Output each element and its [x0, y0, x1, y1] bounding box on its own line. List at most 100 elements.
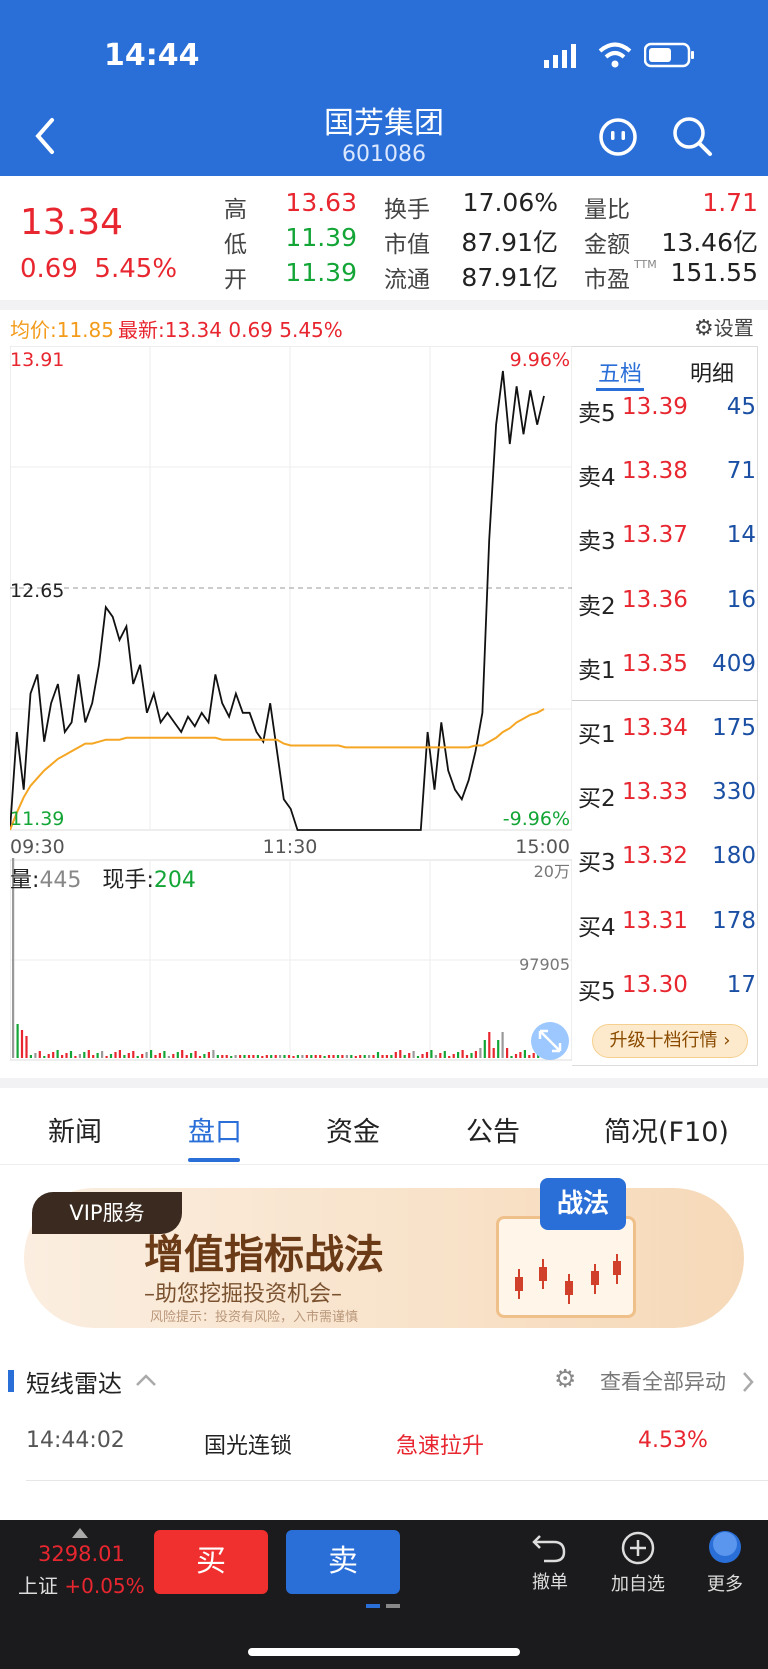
bid-row[interactable]: 买3 13.32 180 [578, 843, 756, 883]
banner-title: 增值指标战法 [144, 1232, 384, 1278]
tab-order[interactable]: 盘口 [188, 1110, 242, 1149]
view-all-button[interactable]: 查看全部异动 [600, 1366, 726, 1396]
volume-bar [216, 1055, 219, 1058]
tab-profile[interactable]: 简况(F10) [604, 1110, 729, 1149]
status-time: 14:44 [104, 38, 200, 73]
volume-bar [87, 1050, 90, 1058]
radar-title: 短线雷达 [26, 1370, 122, 1398]
level-volume: 175 [712, 715, 756, 741]
stat-value: 13.63 [285, 188, 357, 217]
search-icon[interactable] [670, 114, 714, 158]
tab-funds[interactable]: 资金 [326, 1110, 380, 1149]
volume-bar [372, 1055, 375, 1058]
cancel-order-button[interactable]: 撤单 [522, 1530, 578, 1594]
stat-label: 金额 [584, 232, 630, 258]
settings-label: 设置 [713, 316, 754, 340]
volume-bar [439, 1053, 442, 1058]
volume-bar [212, 1050, 215, 1058]
stat-label: 高 [224, 197, 247, 223]
stat-value: 17.06% [462, 188, 558, 217]
book-divider [572, 700, 758, 701]
level-price: 13.38 [622, 458, 688, 485]
volume-bar [332, 1055, 335, 1058]
vol-mid-label: 97905 [519, 955, 570, 974]
tab-five-level[interactable]: 五档 [598, 356, 642, 388]
level-label: 卖5 [578, 401, 616, 427]
tab-active-indicator [188, 1158, 240, 1162]
vip-banner[interactable]: VIP服务 增值指标战法 –助您挖掘投资机会– 风险提示：投资有风险，入市需谨慎… [24, 1178, 744, 1328]
chart-settings-button[interactable]: ⚙设置 [694, 312, 754, 341]
chat-robot-icon[interactable] [597, 116, 639, 158]
latest-change: 0.69 [228, 318, 273, 342]
ask-row[interactable]: 卖4 13.38 71 [578, 458, 756, 498]
banner-subtitle: –助您挖掘投资机会– [144, 1282, 343, 1307]
volume-bar [479, 1048, 482, 1058]
banner-risk: 风险提示：投资有风险，入市需谨慎 [150, 1310, 359, 1325]
volume-bar [114, 1052, 117, 1058]
volume-bar [16, 1024, 19, 1058]
tab-detail[interactable]: 明细 [690, 356, 734, 388]
volume-bar [150, 1050, 153, 1058]
level-volume: 330 [712, 779, 756, 806]
bid-row[interactable]: 买2 13.33 330 [578, 779, 756, 819]
volume-bar [341, 1055, 344, 1058]
volume-bar [497, 1040, 500, 1058]
volume-bar [408, 1053, 411, 1058]
book-illustration [496, 1216, 636, 1318]
tab-news[interactable]: 新闻 [48, 1110, 102, 1149]
level-price: 13.32 [622, 843, 688, 870]
level-price: 13.30 [622, 971, 688, 998]
volume-bar [194, 1051, 197, 1058]
volume-bar [141, 1054, 144, 1058]
pct-top-label: 9.96% [510, 349, 570, 371]
volume-bar [510, 1056, 513, 1058]
bid-row[interactable]: 买1 13.34 175 [578, 715, 756, 755]
index-change: +0.05% [64, 1574, 145, 1598]
volume-bar [78, 1054, 81, 1058]
level-volume: 178 [712, 907, 756, 934]
volume-bar [443, 1051, 446, 1058]
volume-bar [270, 1055, 273, 1058]
cancel-order-label: 撤单 [532, 1572, 568, 1593]
sell-button[interactable]: 卖 [286, 1530, 400, 1594]
volume-bar [421, 1054, 424, 1058]
chevron-up-icon[interactable] [134, 1372, 158, 1388]
ask-row[interactable]: 卖1 13.35 409 [578, 651, 756, 691]
level-volume: 45 [726, 394, 756, 420]
radar-settings-icon[interactable]: ⚙ [554, 1364, 576, 1393]
ask-row[interactable]: 卖2 13.36 16 [578, 587, 756, 627]
volume-bar [287, 1055, 291, 1058]
divider [0, 300, 768, 310]
volume-bar [359, 1055, 362, 1058]
volume-bar [92, 1055, 95, 1058]
level-label: 买5 [578, 978, 616, 1005]
volume-bar [296, 1055, 299, 1058]
volume-bar [279, 1055, 282, 1058]
tab-announcement[interactable]: 公告 [466, 1110, 520, 1149]
volume-bar [368, 1055, 371, 1058]
volume-bar [225, 1055, 228, 1058]
vol-top-label: 20万 [534, 862, 570, 881]
stat-label: 市值 [384, 232, 430, 258]
stat-value: 11.39 [285, 258, 357, 287]
volume-bar [519, 1052, 522, 1058]
y-top-label: 13.91 [10, 349, 64, 371]
volume-bar [292, 1056, 295, 1058]
buy-button[interactable]: 买 [154, 1530, 268, 1594]
bid-row[interactable]: 买4 13.31 178 [578, 908, 756, 948]
book-label: 战法 [540, 1178, 626, 1230]
stat-value: 11.39 [285, 223, 357, 252]
volume-bar [198, 1056, 202, 1058]
stat-value: 87.91亿 [461, 228, 558, 257]
stat-label: 市盈 [584, 267, 630, 293]
volume-bar [136, 1056, 139, 1058]
ask-row[interactable]: 卖5 13.39 45 [578, 394, 756, 434]
add-watchlist-button[interactable]: 加自选 [606, 1530, 670, 1596]
wifi-icon [598, 42, 632, 68]
more-button[interactable]: 更多 [700, 1528, 750, 1596]
chevron-right-icon[interactable] [740, 1370, 756, 1394]
intraday-chart[interactable]: 13.91 12.65 11.39 9.96% -9.96% 09:30 11:… [10, 346, 572, 1066]
bid-row[interactable]: 买5 13.30 17 [578, 972, 756, 1012]
upgrade-ten-level-button[interactable]: 升级十档行情 › [592, 1024, 748, 1058]
ask-row[interactable]: 卖3 13.37 14 [578, 522, 756, 562]
